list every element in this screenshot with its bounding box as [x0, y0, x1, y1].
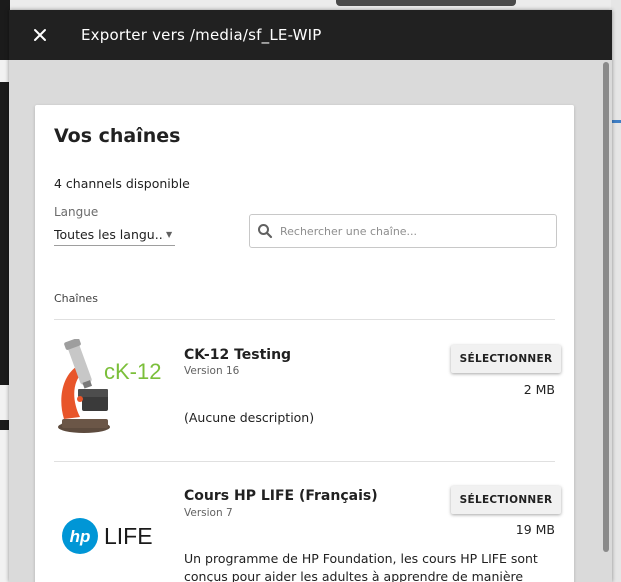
select-channel-button[interactable]: SÉLECTIONNER: [451, 345, 561, 373]
channel-thumbnail: hp LIFE: [54, 476, 164, 582]
background-app-right-panel: [611, 0, 621, 582]
channel-name: CK-12 Testing: [184, 347, 292, 363]
ck12-logo: cK-12: [58, 339, 161, 433]
language-label: Langue: [54, 205, 99, 219]
channel-version: Version 7: [184, 507, 233, 519]
search-icon: [250, 223, 280, 239]
channel-description: Un programme de HP Foundation, les cours…: [184, 551, 538, 582]
svg-text:LIFE: LIFE: [104, 523, 153, 549]
card-heading: Vos chaînes: [54, 125, 181, 147]
dialog-title: Exporter vers /media/sf_LE-WIP: [81, 26, 322, 44]
hp-life-logo: hp LIFE: [62, 518, 153, 554]
channel-count: 4 channels disponible: [54, 176, 190, 191]
close-button[interactable]: [9, 10, 71, 60]
select-channel-button[interactable]: SÉLECTIONNER: [451, 486, 561, 514]
scrollbar[interactable]: [603, 62, 609, 552]
channels-card: Vos chaînes 4 channels disponible Langue…: [35, 105, 574, 582]
channel-name: Cours HP LIFE (Français): [184, 488, 378, 504]
channel-size: 19 MB: [515, 522, 555, 537]
channel-description: (Aucune description): [184, 410, 315, 425]
export-dialog: Exporter vers /media/sf_LE-WIP Vos chaîn…: [9, 10, 612, 582]
svg-text:cK-12: cK-12: [104, 359, 161, 384]
language-select[interactable]: Toutes les langu... ▼: [54, 223, 175, 246]
dropdown-arrow-icon: ▼: [166, 229, 173, 239]
section-label: Chaînes: [54, 292, 98, 305]
channel-version: Version 16: [184, 365, 240, 377]
divider: [54, 461, 555, 462]
search-input[interactable]: [280, 224, 556, 238]
channel-thumbnail: cK-12: [54, 334, 164, 444]
search-box[interactable]: [249, 214, 557, 248]
language-selected-value: Toutes les langu...: [54, 226, 164, 242]
background-accent-line: [611, 120, 621, 123]
close-icon: [34, 29, 46, 41]
svg-text:hp: hp: [70, 527, 91, 546]
channel-size: 2 MB: [523, 382, 555, 397]
divider: [54, 319, 555, 320]
background-top-bar: [336, 0, 516, 6]
dialog-titlebar: Exporter vers /media/sf_LE-WIP: [9, 10, 612, 60]
